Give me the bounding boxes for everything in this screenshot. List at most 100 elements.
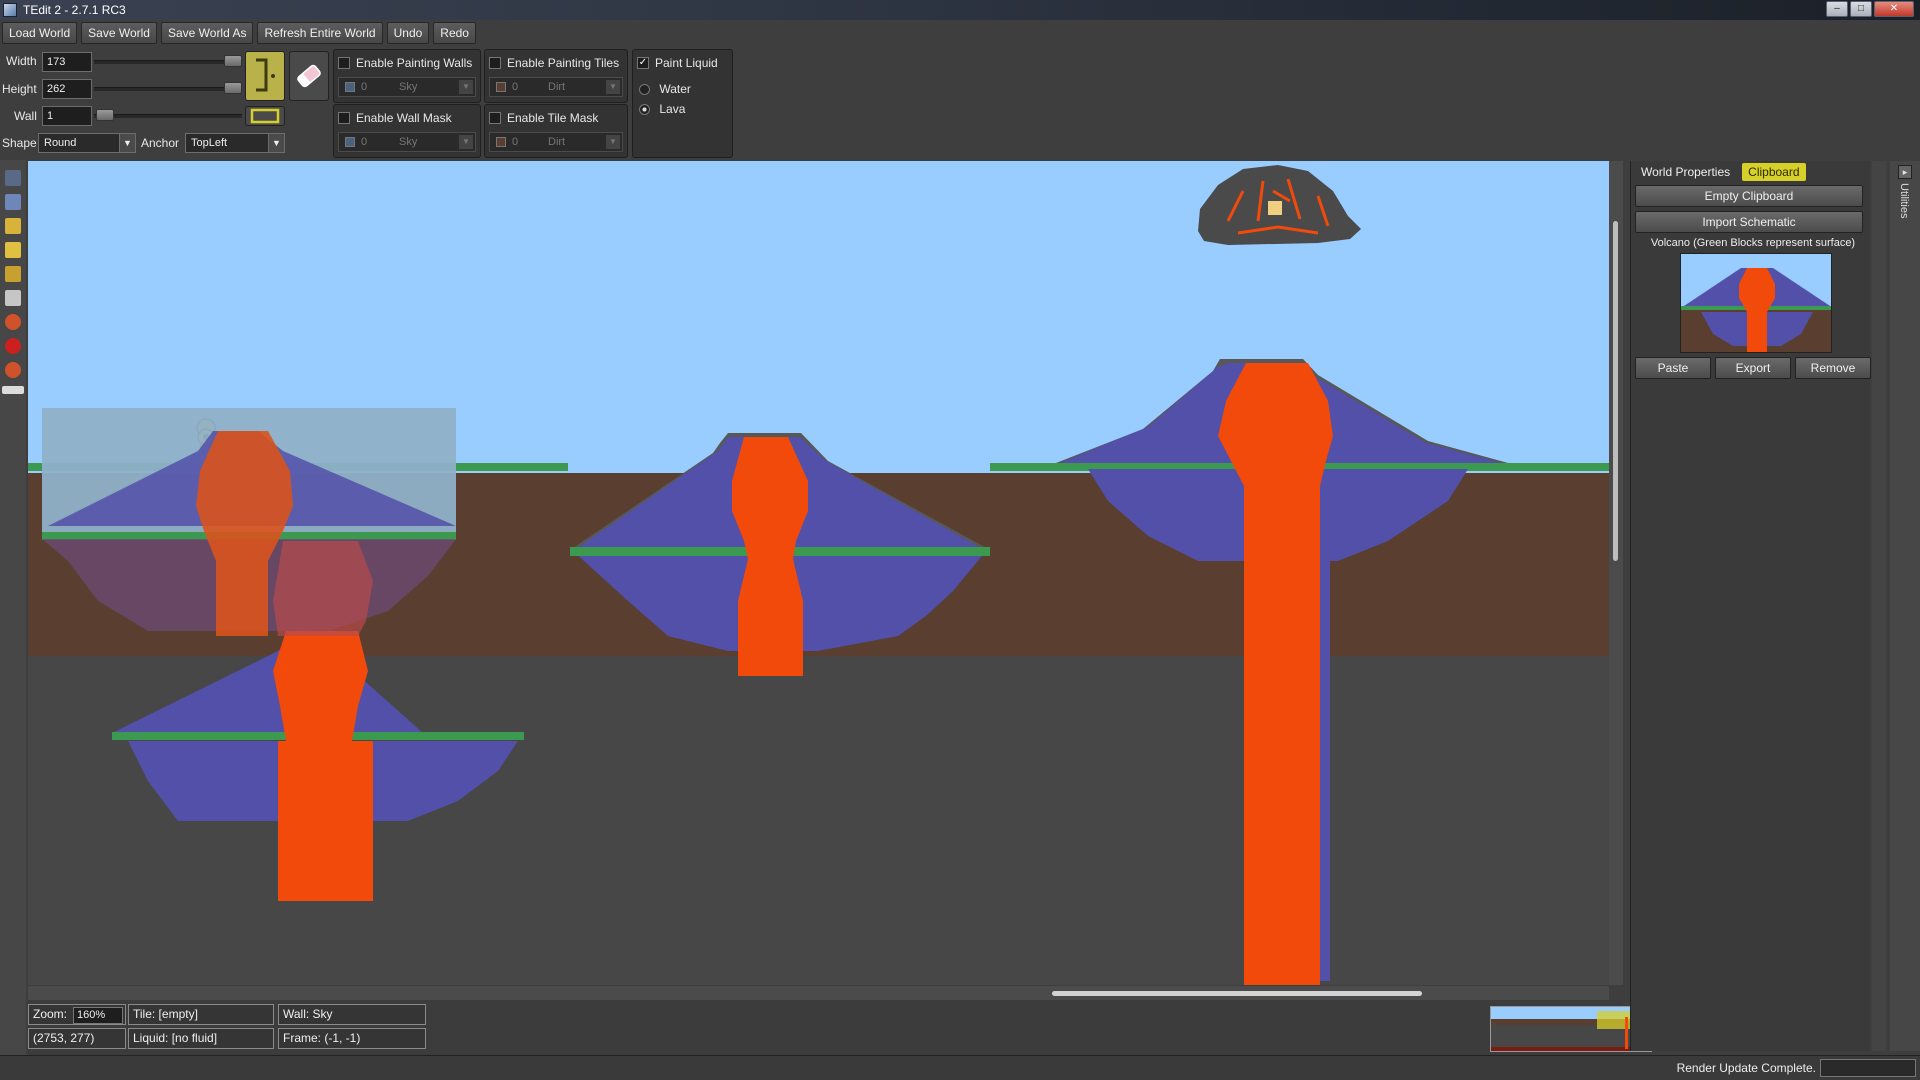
rectangle-outline-icon bbox=[250, 108, 280, 124]
width-label: Width bbox=[6, 54, 37, 68]
chevron-down-icon: ▼ bbox=[606, 135, 620, 149]
minimap[interactable] bbox=[1490, 1006, 1652, 1052]
close-button[interactable]: ✕ bbox=[1874, 1, 1914, 17]
width-input[interactable]: 173 bbox=[42, 52, 92, 72]
wall-slider[interactable] bbox=[94, 114, 242, 118]
enable-painting-walls-label: Enable Painting Walls bbox=[356, 56, 473, 70]
wall-label: Wall bbox=[14, 109, 37, 123]
clipboard-preview[interactable] bbox=[1680, 253, 1832, 353]
horizontal-scrollbar[interactable] bbox=[28, 986, 1609, 1000]
paint-liquid-label: Paint Liquid bbox=[655, 56, 718, 70]
enable-painting-walls-checkbox[interactable] bbox=[338, 57, 350, 69]
chevron-down-icon: ▼ bbox=[459, 135, 473, 149]
enable-wall-mask-checkbox[interactable] bbox=[338, 112, 350, 124]
window-title: TEdit 2 - 2.7.1 RC3 bbox=[23, 3, 126, 17]
load-world-button[interactable]: Load World bbox=[2, 22, 78, 44]
eraser-button[interactable] bbox=[289, 51, 329, 101]
empty-clipboard-button[interactable]: Empty Clipboard bbox=[1635, 185, 1863, 207]
color-swatch bbox=[496, 137, 506, 147]
minimize-button[interactable]: – bbox=[1826, 1, 1848, 17]
zoom-input[interactable]: 160% bbox=[73, 1007, 123, 1024]
enable-painting-tiles-checkbox[interactable] bbox=[489, 57, 501, 69]
wall-status: Wall: Sky bbox=[278, 1004, 426, 1025]
horizontal-scroll-thumb[interactable] bbox=[1052, 991, 1422, 996]
paste-icon[interactable] bbox=[5, 218, 21, 234]
color-swatch bbox=[496, 82, 506, 92]
enable-tile-mask-checkbox[interactable] bbox=[489, 112, 501, 124]
brush-settings: Width 173 Height 262 Wall 1 Shape Round … bbox=[0, 50, 330, 158]
width-slider[interactable] bbox=[94, 60, 242, 64]
paste-button[interactable]: Paste bbox=[1635, 357, 1711, 379]
shape-select-value: Round bbox=[44, 137, 77, 149]
pencil-icon[interactable] bbox=[5, 242, 21, 258]
height-slider[interactable] bbox=[94, 87, 242, 91]
lava-radio[interactable]: Lava bbox=[639, 102, 685, 116]
chevron-down-icon: ▼ bbox=[268, 134, 284, 152]
fill-icon[interactable] bbox=[5, 290, 21, 306]
render-progress-bar bbox=[1820, 1059, 1916, 1077]
brush-icon[interactable] bbox=[5, 266, 21, 282]
right-panel-scrollbar[interactable] bbox=[1872, 161, 1886, 1051]
expand-panel-icon[interactable]: ▸ bbox=[1898, 165, 1912, 179]
bracket-icon bbox=[256, 58, 275, 92]
wall-mask-group: Enable Wall Mask 0 Sky ▼ bbox=[333, 104, 481, 158]
status-area: Zoom: 160% Tile: [empty] Wall: Sky (2753… bbox=[28, 1000, 1652, 1055]
save-world-button[interactable]: Save World bbox=[81, 22, 157, 44]
utilities-tab[interactable]: Utilities bbox=[1898, 183, 1910, 218]
world-canvas[interactable] bbox=[28, 161, 1609, 985]
picker-icon[interactable] bbox=[2, 386, 24, 394]
zoom-status: Zoom: 160% bbox=[28, 1004, 126, 1025]
tool-strip bbox=[0, 160, 26, 1060]
world-view[interactable] bbox=[28, 161, 1609, 985]
color-swatch bbox=[345, 137, 355, 147]
height-input[interactable]: 262 bbox=[42, 79, 92, 99]
height-slider-thumb[interactable] bbox=[224, 82, 242, 94]
tile-mask-group: Enable Tile Mask 0 Dirt ▼ bbox=[484, 104, 628, 158]
wall-paint-select[interactable]: 0 Sky ▼ bbox=[338, 77, 476, 97]
brush-outline-toggle[interactable] bbox=[245, 51, 285, 101]
height-label: Height bbox=[2, 82, 37, 96]
enable-tile-mask-label: Enable Tile Mask bbox=[507, 111, 599, 125]
selection-icon[interactable] bbox=[5, 194, 21, 210]
import-schematic-button[interactable]: Import Schematic bbox=[1635, 211, 1863, 233]
chevron-down-icon: ▼ bbox=[119, 134, 135, 152]
bottom-status-bar: Render Update Complete. bbox=[0, 1055, 1920, 1080]
refresh-world-button[interactable]: Refresh Entire World bbox=[257, 22, 383, 44]
remove-button[interactable]: Remove bbox=[1795, 357, 1871, 379]
maximize-button[interactable]: □ bbox=[1850, 1, 1872, 17]
wall-input[interactable]: 1 bbox=[42, 106, 92, 126]
wall-slider-thumb[interactable] bbox=[96, 109, 114, 121]
anchor-label: Anchor bbox=[141, 136, 180, 150]
eraser-icon bbox=[297, 64, 321, 88]
water-radio[interactable]: Water bbox=[639, 82, 691, 96]
arrow-select-icon[interactable] bbox=[5, 170, 21, 186]
app-icon bbox=[3, 3, 17, 17]
wall-mask-select[interactable]: 0 Sky ▼ bbox=[338, 132, 476, 152]
chevron-down-icon: ▼ bbox=[606, 80, 620, 94]
sprite-icon[interactable] bbox=[5, 314, 21, 330]
liquid-status: Liquid: [no fluid] bbox=[128, 1028, 274, 1049]
morph-icon[interactable] bbox=[5, 362, 21, 378]
outline-shape-button[interactable] bbox=[245, 106, 285, 126]
width-slider-thumb[interactable] bbox=[224, 55, 242, 67]
shape-label: Shape bbox=[2, 136, 37, 150]
export-button[interactable]: Export bbox=[1715, 357, 1791, 379]
redo-button[interactable]: Redo bbox=[433, 22, 476, 44]
anchor-select[interactable]: TopLeft ▼ bbox=[185, 133, 285, 153]
shape-select[interactable]: Round ▼ bbox=[38, 133, 136, 153]
painting-walls-group: Enable Painting Walls 0 Sky ▼ bbox=[333, 49, 481, 103]
radio-selected bbox=[639, 104, 650, 116]
tile-mask-select[interactable]: 0 Dirt ▼ bbox=[489, 132, 623, 152]
vertical-scrollbar[interactable] bbox=[1609, 161, 1623, 985]
radio-unselected bbox=[639, 84, 650, 96]
tab-clipboard[interactable]: Clipboard bbox=[1742, 163, 1806, 181]
save-world-as-button[interactable]: Save World As bbox=[160, 22, 254, 44]
enable-painting-tiles-label: Enable Painting Tiles bbox=[507, 56, 620, 70]
tile-paint-select[interactable]: 0 Dirt ▼ bbox=[489, 77, 623, 97]
vertical-scroll-thumb[interactable] bbox=[1613, 221, 1618, 561]
chevron-down-icon: ▼ bbox=[459, 80, 473, 94]
paint-liquid-checkbox[interactable]: ✓ bbox=[637, 57, 649, 69]
undo-button[interactable]: Undo bbox=[386, 22, 430, 44]
point-icon[interactable] bbox=[5, 338, 21, 354]
tab-world-properties[interactable]: World Properties bbox=[1635, 163, 1736, 181]
